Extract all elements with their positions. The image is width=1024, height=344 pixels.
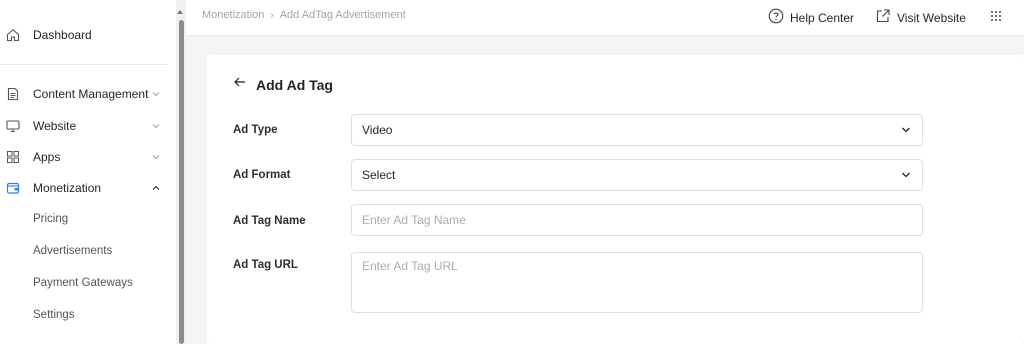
- sidebar-item-label: Apps: [33, 150, 61, 164]
- grid-icon: [6, 150, 20, 164]
- ad-tag-name-input[interactable]: [351, 204, 923, 236]
- topbar: Monetization › Add AdTag Advertisement H…: [186, 0, 1024, 36]
- sidebar-subitem-payment-gateways[interactable]: Payment Gateways: [33, 277, 133, 289]
- ad-format-label: Ad Format: [233, 169, 291, 181]
- chevron-up-icon: [150, 182, 162, 194]
- scroll-up-arrow-icon[interactable]: [177, 10, 183, 14]
- wallet-icon: [6, 181, 20, 195]
- sidebar-item-label: Content Management: [33, 87, 149, 101]
- sidebar-subitem-advertisements[interactable]: Advertisements: [33, 245, 112, 257]
- sidebar-item-apps[interactable]: Apps: [0, 143, 176, 171]
- sidebar-item-dashboard[interactable]: Dashboard: [0, 21, 176, 49]
- back-arrow-icon[interactable]: [233, 75, 247, 92]
- sidebar-subitem-settings[interactable]: Settings: [33, 309, 75, 321]
- breadcrumb-item-monetization[interactable]: Monetization: [202, 9, 264, 21]
- ad-type-value: Video: [362, 123, 393, 137]
- help-center-label: Help Center: [790, 10, 855, 25]
- help-circle-icon: [768, 8, 784, 27]
- breadcrumb-item-current: Add AdTag Advertisement: [279, 9, 406, 21]
- ad-format-select[interactable]: Select: [351, 159, 923, 191]
- sidebar-item-content-management[interactable]: Content Management: [0, 80, 176, 108]
- chevron-down-icon: [150, 88, 162, 100]
- sidebar-item-label: Website: [33, 119, 77, 133]
- external-link-icon: [875, 8, 891, 27]
- page-title: Add Ad Tag: [256, 77, 333, 93]
- ad-type-label: Ad Type: [233, 124, 278, 136]
- ad-tag-url-textarea[interactable]: [351, 252, 923, 313]
- document-icon: [6, 87, 20, 101]
- scroll-thumb[interactable]: [179, 20, 184, 344]
- ad-format-value: Select: [362, 168, 396, 182]
- sidebar-item-website[interactable]: Website: [0, 112, 176, 140]
- help-center-link[interactable]: Help Center: [768, 8, 854, 27]
- chevron-down-icon: [900, 124, 912, 136]
- chevron-down-icon: [150, 120, 162, 132]
- visit-website-link[interactable]: Visit Website: [875, 8, 966, 27]
- dots-grid-icon: [990, 10, 1002, 25]
- chevron-down-icon: [150, 151, 162, 163]
- ad-tag-name-label: Ad Tag Name: [233, 215, 306, 227]
- home-icon: [6, 28, 20, 42]
- ad-tag-url-label: Ad Tag URL: [233, 259, 298, 271]
- ad-type-select[interactable]: Video: [351, 114, 923, 146]
- sidebar-subitem-pricing[interactable]: Pricing: [33, 213, 68, 225]
- breadcrumb-separator-icon: ›: [270, 9, 274, 21]
- apps-launcher-button[interactable]: [990, 10, 1002, 25]
- breadcrumb: Monetization › Add AdTag Advertisement: [202, 9, 406, 21]
- chevron-down-icon: [900, 169, 912, 181]
- sidebar-scrollbar[interactable]: [176, 0, 186, 344]
- sidebar-item-label: Dashboard: [33, 28, 92, 42]
- sidebar-divider: [0, 64, 168, 65]
- sidebar-item-label: Monetization: [33, 181, 102, 195]
- sidebar: Dashboard Content Management Website App…: [0, 0, 176, 344]
- visit-website-label: Visit Website: [897, 10, 966, 25]
- sidebar-item-monetization[interactable]: Monetization: [0, 174, 176, 202]
- monitor-icon: [6, 119, 20, 133]
